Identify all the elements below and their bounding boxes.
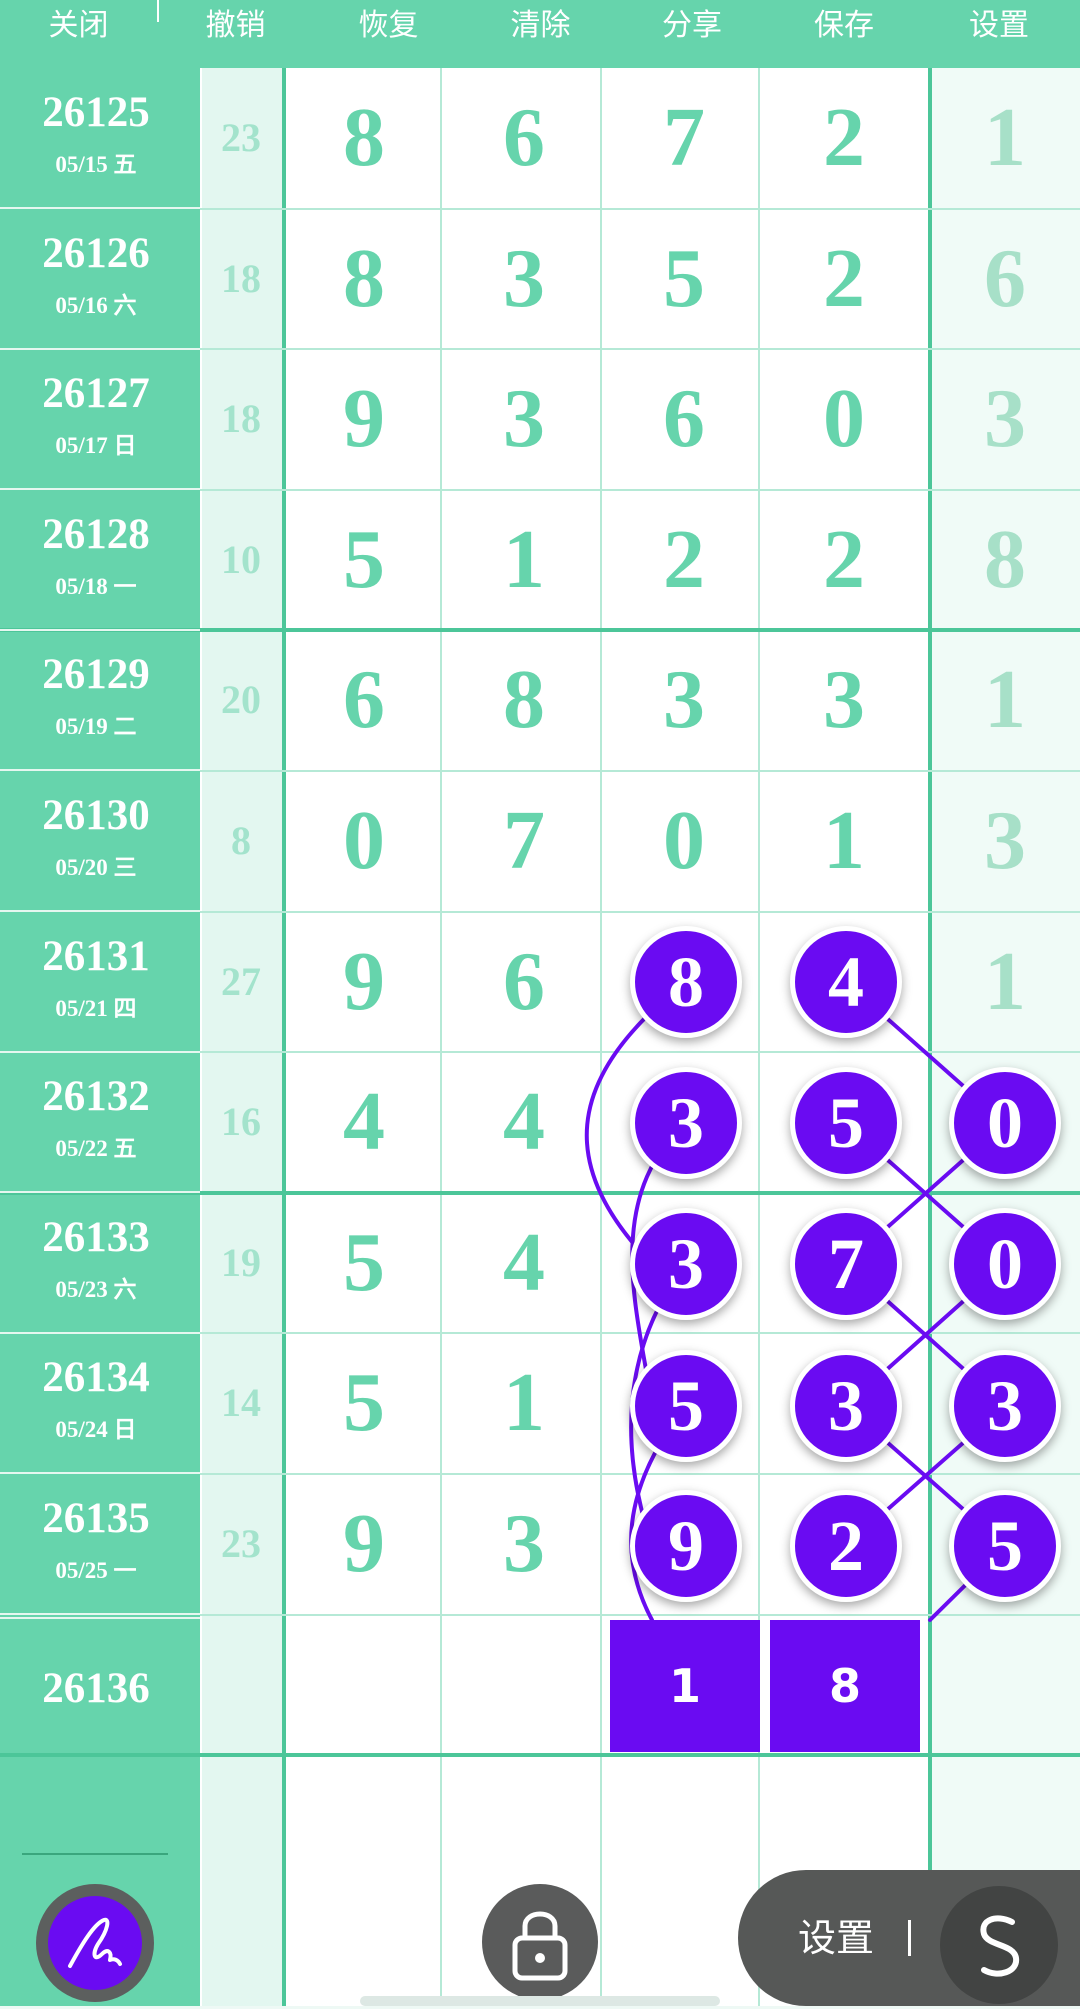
highlight-ball[interactable]: 3 [630,1208,742,1320]
highlight-ball[interactable]: 3 [630,1067,742,1179]
highlight-ball[interactable]: 0 [949,1208,1061,1320]
settings-label[interactable]: 设置 [798,1870,874,2006]
s-curve-icon [980,1915,1020,1977]
highlight-ball[interactable]: 3 [790,1350,902,1462]
lock-icon [512,1911,568,1981]
highlight-ball[interactable]: 5 [949,1490,1061,1602]
pen-divider [22,1853,168,1855]
highlight-ball[interactable]: 0 [949,1067,1061,1179]
highlight-ball[interactable]: 5 [630,1350,742,1462]
highlight-ball[interactable]: 9 [630,1490,742,1602]
highlight-ball[interactable]: 7 [790,1208,902,1320]
highlight-ball[interactable]: 3 [949,1350,1061,1462]
lottery-trend-chart: 26125 05/15 五 23 8 6 7 2 1 26126 05/16 六 18 8 3 5 2 6 26… [0,0,1080,2006]
home-indicator [360,1996,720,2006]
highlight-ball[interactable]: 8 [630,926,742,1038]
settings-pill: 设置 [738,1870,1080,2006]
highlight-ball[interactable]: 4 [790,926,902,1038]
s-curve-button[interactable] [940,1886,1058,2004]
settings-divider [908,1920,911,1956]
prediction-cell[interactable]: 8 [770,1620,920,1752]
highlight-ball[interactable]: 2 [790,1490,902,1602]
pen-button[interactable] [36,1884,154,2002]
pen-icon [48,1896,142,1990]
highlight-ball[interactable]: 5 [790,1067,902,1179]
lock-button[interactable] [482,1884,598,2000]
prediction-cell[interactable]: 1 [610,1620,760,1752]
